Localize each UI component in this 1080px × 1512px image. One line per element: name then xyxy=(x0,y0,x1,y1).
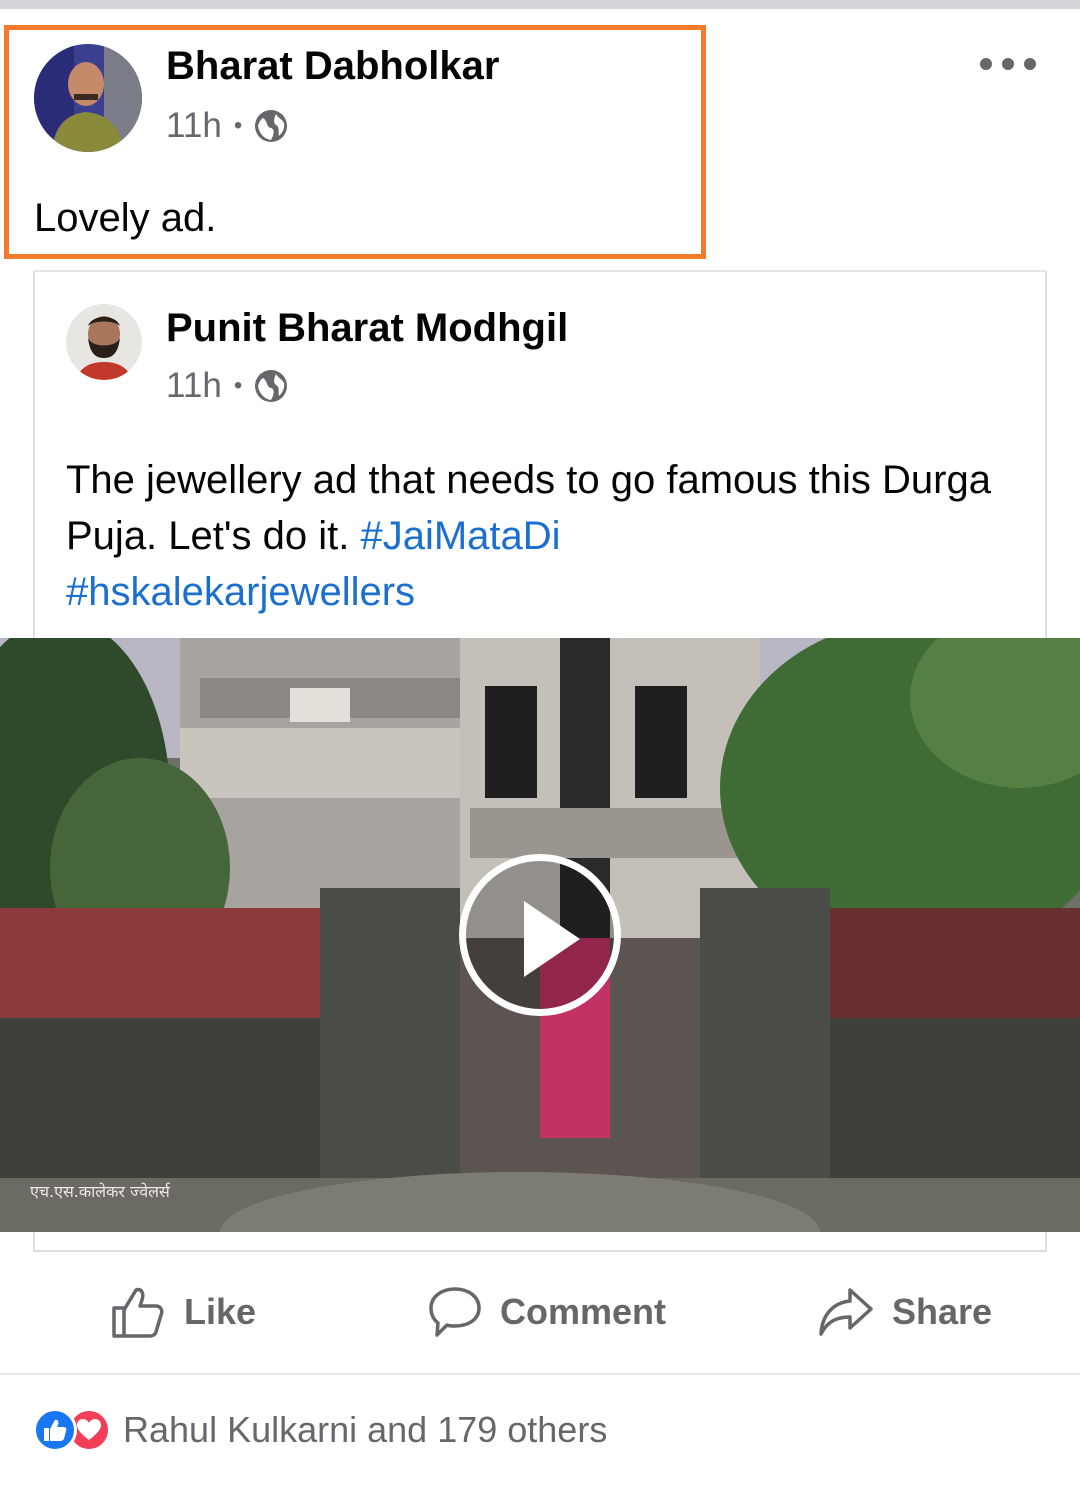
shared-post-text: The jewellery ad that needs to go famous… xyxy=(66,452,1026,620)
more-dot xyxy=(1024,58,1036,70)
reaction-summary[interactable]: Rahul Kulkarni and 179 others xyxy=(33,1408,607,1452)
shared-author-name[interactable]: Punit Bharat Modhgil xyxy=(166,306,568,351)
share-button[interactable]: Share xyxy=(818,1282,992,1342)
like-reaction-icon xyxy=(33,1408,77,1452)
divider xyxy=(0,1373,1080,1375)
like-label: Like xyxy=(184,1291,257,1332)
like-button[interactable]: Like xyxy=(110,1282,256,1342)
hashtag-link[interactable]: #hskalekarjewellers xyxy=(66,570,415,614)
video-watermark: एच.एस.कालेकर ज्वेलर्स xyxy=(30,1182,170,1201)
more-options-icon[interactable] xyxy=(980,50,1036,78)
play-icon[interactable] xyxy=(459,854,621,1016)
shared-post-time[interactable]: 11h xyxy=(166,366,222,406)
more-dot xyxy=(1002,58,1014,70)
comment-label: Comment xyxy=(500,1291,667,1332)
hashtag-link[interactable]: #JaiMataDi xyxy=(360,514,560,558)
globe-icon xyxy=(254,369,288,403)
like-icon xyxy=(112,1287,164,1338)
reaction-count[interactable]: Rahul Kulkarni and 179 others xyxy=(123,1409,607,1451)
share-label: Share xyxy=(892,1291,993,1332)
play-triangle xyxy=(524,901,580,977)
more-dot xyxy=(980,58,992,70)
comment-button[interactable]: Comment xyxy=(428,1282,666,1342)
top-divider xyxy=(0,0,1080,9)
action-bar: Like Comment Share xyxy=(0,1252,1080,1372)
shared-post-meta: 11h • xyxy=(166,366,288,406)
share-icon xyxy=(819,1288,873,1336)
comment-icon xyxy=(429,1287,481,1337)
shared-author-avatar[interactable] xyxy=(66,304,142,380)
highlight-box xyxy=(4,25,706,259)
meta-separator: • xyxy=(233,372,243,399)
